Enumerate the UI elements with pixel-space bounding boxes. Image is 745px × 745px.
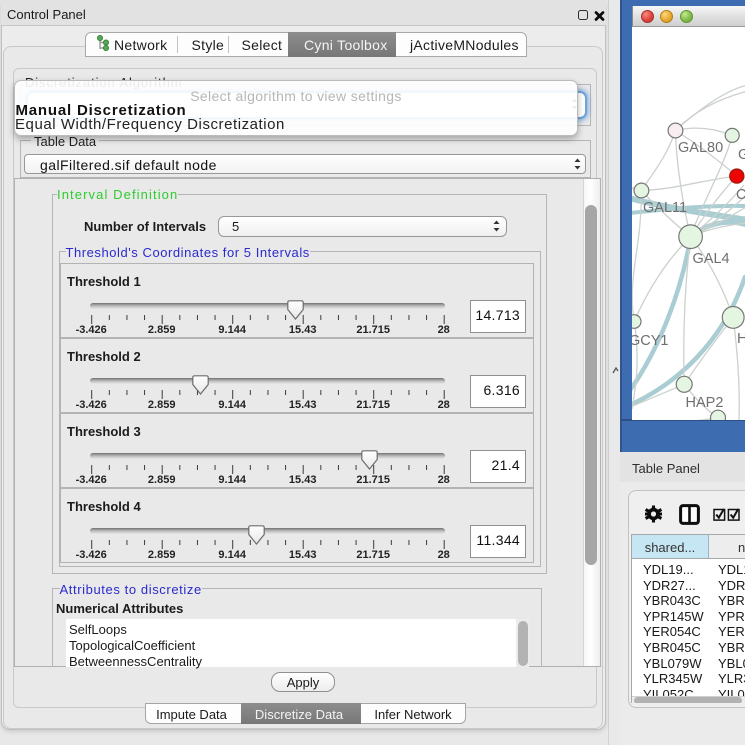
- svg-text:GCY1: GCY1: [632, 333, 669, 349]
- svg-text:C: C: [736, 187, 745, 203]
- svg-text:GAL11: GAL11: [643, 200, 687, 216]
- svg-text:GAL4: GAL4: [693, 251, 730, 267]
- svg-text:GA: GA: [738, 147, 745, 163]
- svg-text:HAP2: HAP2: [686, 395, 724, 411]
- svg-text:H: H: [737, 331, 745, 347]
- svg-text:GAL80: GAL80: [678, 140, 723, 156]
